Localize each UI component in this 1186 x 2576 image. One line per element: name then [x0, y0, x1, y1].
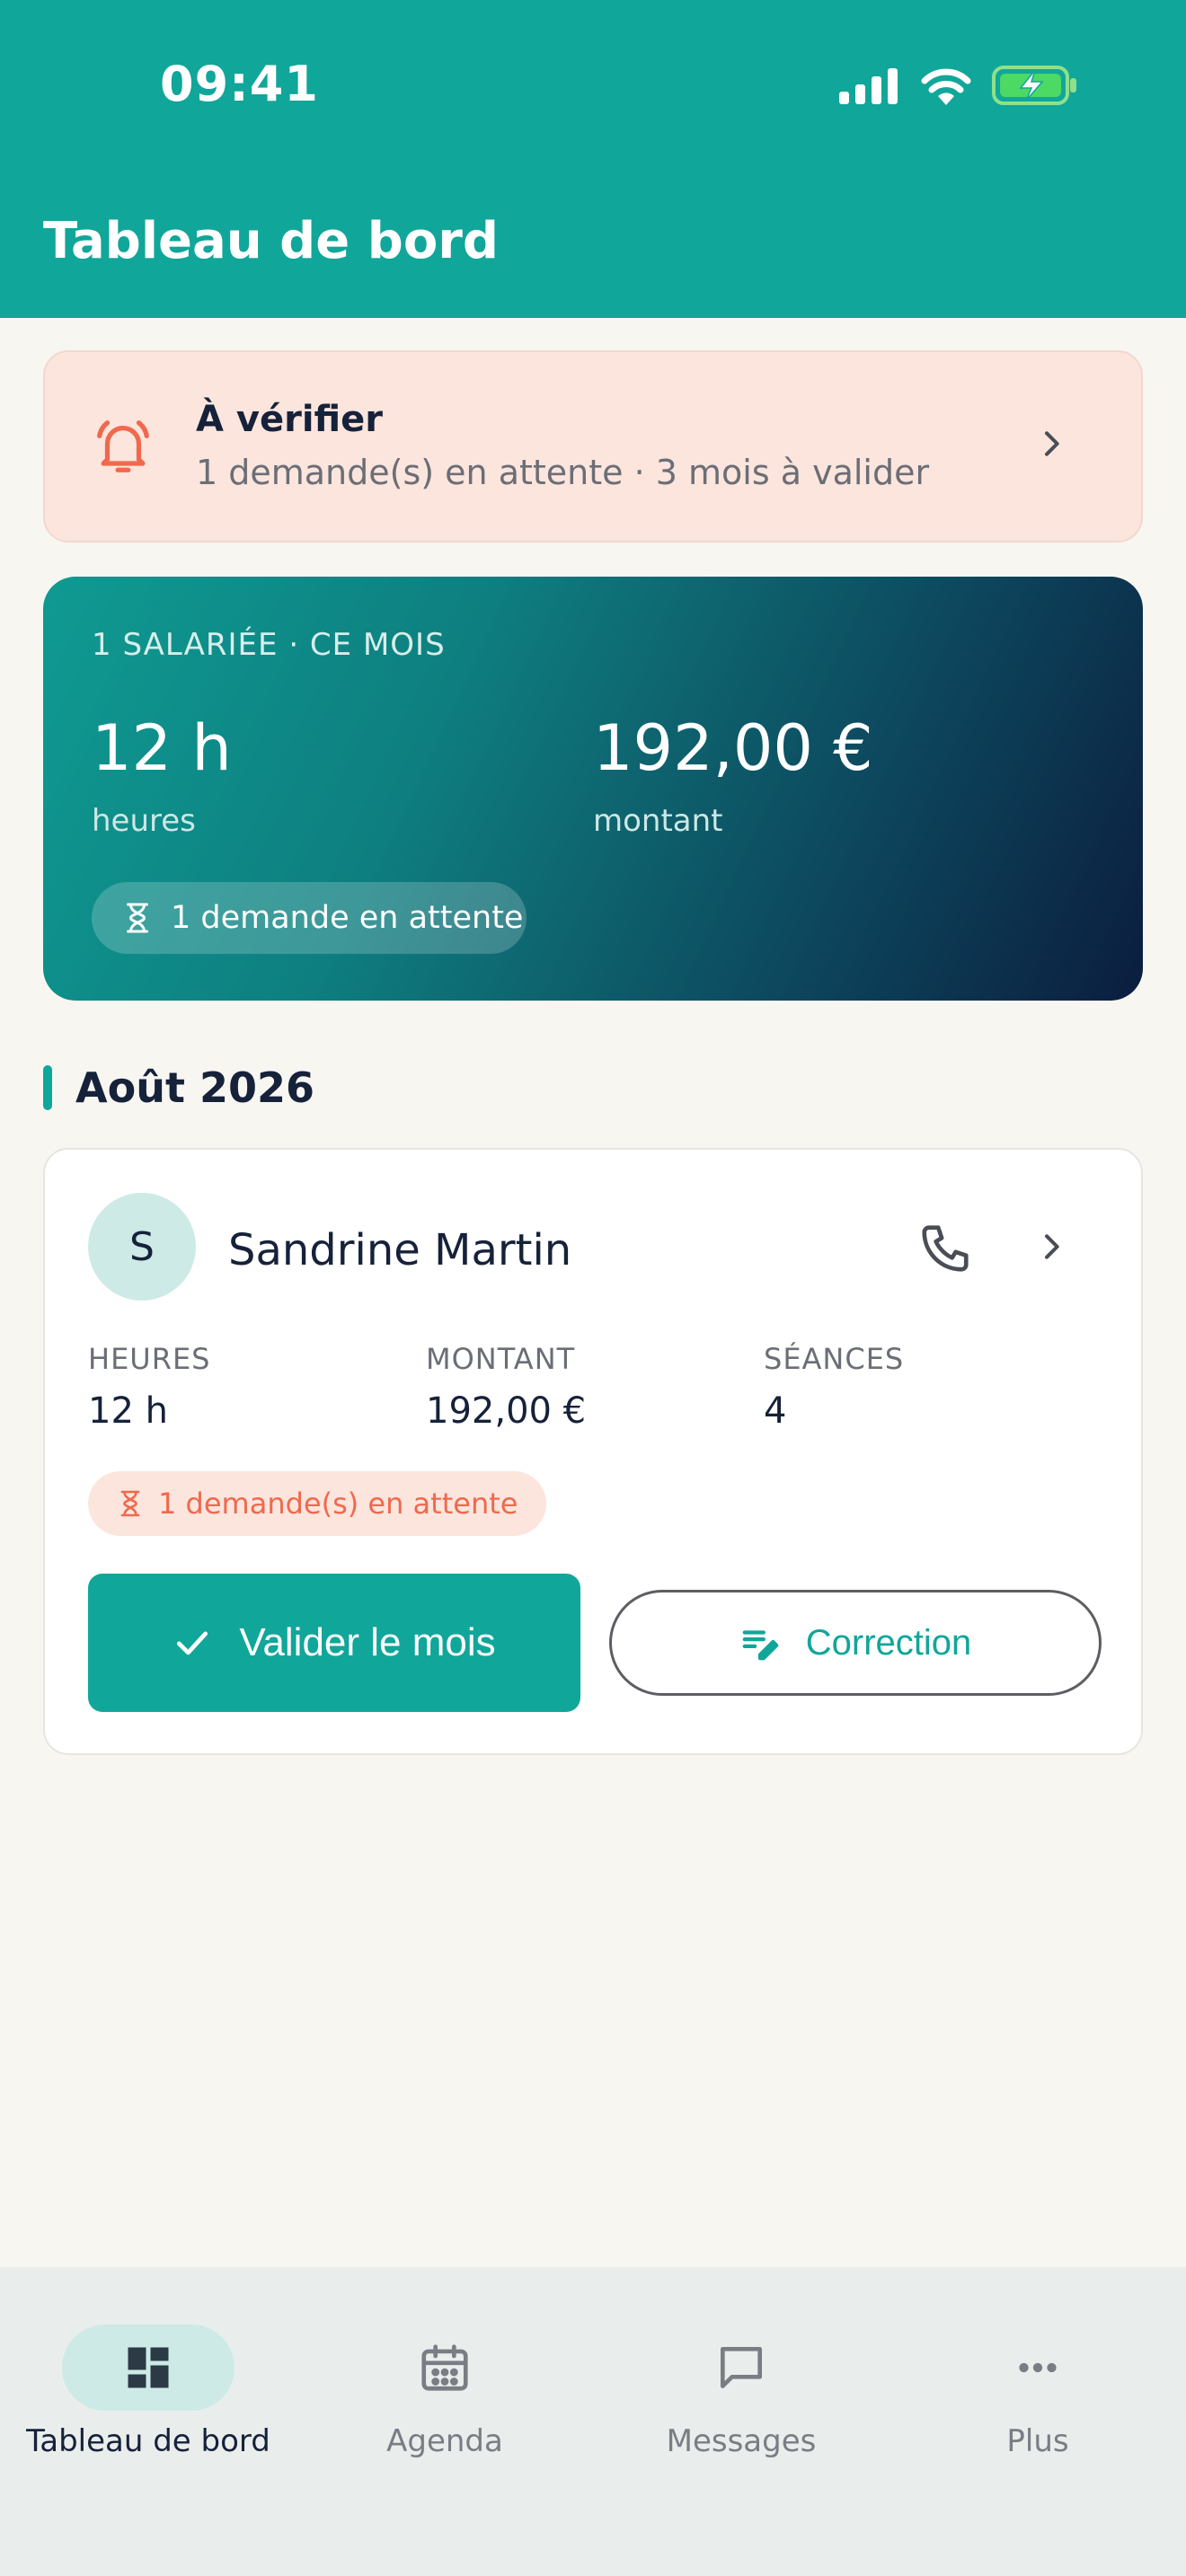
edit-note-icon	[742, 1630, 779, 1661]
section-title: Août 2026	[75, 1063, 314, 1112]
stat-hours-value: 12 h	[88, 1390, 168, 1432]
stat-sessions-value: 4	[764, 1390, 787, 1432]
employee-pending-badge: 1 demande(s) en attente	[88, 1471, 547, 1536]
summary-pending-badge: 1 demande en attente	[92, 882, 527, 954]
summary-hours-value: 12 h	[92, 711, 232, 785]
signal-icon	[839, 68, 898, 104]
wifi-icon	[921, 68, 971, 105]
validate-month-button[interactable]: Valider le mois	[88, 1574, 580, 1712]
summary-kicker: 1 SALARIÉE · CE MOIS	[92, 627, 446, 663]
summary-amount-label: montant	[593, 803, 723, 839]
summary-hours-label: heures	[92, 803, 196, 839]
validate-month-label: Valider le mois	[239, 1620, 496, 1664]
check-icon	[177, 1631, 208, 1655]
hourglass-icon	[127, 903, 148, 933]
bell-icon	[97, 420, 149, 472]
stat-amount-label: MONTANT	[426, 1342, 576, 1376]
stat-hours-label: HEURES	[88, 1342, 211, 1376]
nav-item-dashboard[interactable]: Tableau de bord	[0, 2303, 296, 2465]
nav-label-messages: Messages	[666, 2423, 817, 2459]
calendar-icon	[421, 2344, 468, 2391]
nav-label-dashboard: Tableau de bord	[26, 2423, 270, 2459]
more-icon	[1019, 2362, 1057, 2373]
phone-icon	[922, 1225, 969, 1272]
correction-label: Correction	[805, 1622, 972, 1663]
stat-sessions-label: SÉANCES	[764, 1342, 905, 1376]
status-time: 09:41	[160, 56, 319, 112]
chat-icon	[721, 2347, 762, 2388]
app-header: 09:41 Tableau de bord	[0, 0, 1186, 318]
battery-icon	[992, 66, 1076, 105]
avatar-initial: S	[129, 1223, 155, 1270]
employee-name: Sandrine Martin	[228, 1225, 572, 1275]
chevron-right-icon	[1045, 1234, 1059, 1259]
correction-button[interactable]: Correction	[609, 1590, 1102, 1696]
stat-amount-value: 192,00 €	[426, 1390, 587, 1432]
nav-item-messages[interactable]: Messages	[593, 2303, 890, 2465]
nav-item-agenda[interactable]: Agenda	[296, 2303, 593, 2465]
bottom-navigation: Tableau de bord Agenda Messages Plus	[0, 2267, 1186, 2576]
avatar: S	[88, 1193, 196, 1301]
employee-pending-text: 1 demande(s) en attente	[158, 1486, 518, 1521]
nav-label-more: Plus	[1006, 2423, 1069, 2459]
employee-details-button[interactable]	[1024, 1220, 1078, 1274]
monthly-summary-card: 1 SALARIÉE · CE MOIS 12 h heures 192,00 …	[43, 577, 1143, 1001]
summary-amount-value: 192,00 €	[593, 711, 873, 785]
status-icons	[839, 63, 1078, 108]
alert-subtitle: 1 demande(s) en attente · 3 mois à valid…	[196, 453, 930, 492]
chevron-right-icon	[1045, 431, 1059, 456]
employee-card: S Sandrine Martin HEURES 12 h MONTANT 19…	[43, 1148, 1143, 1755]
call-button[interactable]	[909, 1213, 981, 1284]
nav-item-more[interactable]: Plus	[890, 2303, 1186, 2465]
alert-title: À vérifier	[196, 399, 384, 440]
dashboard-icon	[128, 2347, 169, 2388]
nav-label-agenda: Agenda	[386, 2423, 503, 2459]
section-accent-bar	[43, 1065, 52, 1110]
verification-alert-card[interactable]: À vérifier 1 demande(s) en attente · 3 m…	[43, 350, 1143, 543]
page-title: Tableau de bord	[43, 212, 500, 270]
summary-pending-text: 1 demande en attente	[171, 900, 524, 936]
hourglass-icon	[120, 1490, 140, 1517]
